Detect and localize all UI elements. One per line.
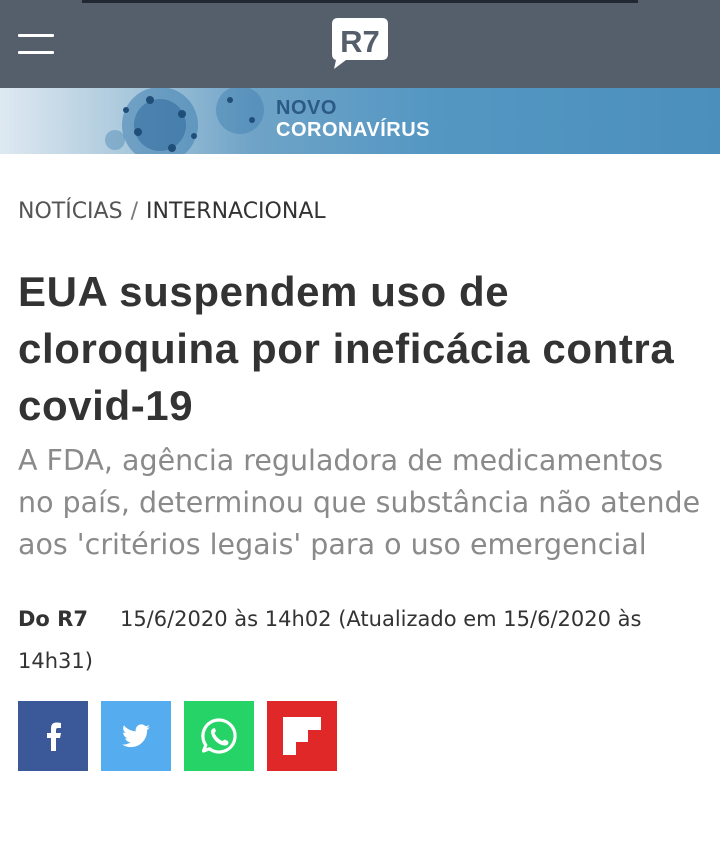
breadcrumb-section-link[interactable]: NOTÍCIAS bbox=[18, 199, 123, 224]
coronavirus-banner[interactable]: NOVO CORONAVÍRUS bbox=[0, 88, 720, 154]
site-header: R7 bbox=[0, 0, 720, 88]
hamburger-menu-icon[interactable] bbox=[18, 32, 54, 56]
article-author: Do R7 bbox=[18, 607, 88, 631]
breadcrumb-separator: / bbox=[130, 199, 138, 224]
r7-logo[interactable]: R7 bbox=[330, 16, 390, 70]
share-bar bbox=[18, 701, 702, 771]
breadcrumb: NOTÍCIAS / INTERNACIONAL bbox=[18, 198, 702, 226]
twitter-share-button[interactable] bbox=[101, 701, 171, 771]
article-subtitle: A FDA, agência reguladora de medicamento… bbox=[18, 444, 701, 561]
virus-illustration-icon bbox=[105, 88, 264, 154]
article-timestamp: 15/6/2020 às 14h02 (Atualizado em 15/6/2… bbox=[18, 607, 642, 673]
breadcrumb-subsection-link[interactable]: INTERNACIONAL bbox=[146, 199, 326, 224]
flipboard-share-button[interactable] bbox=[267, 701, 337, 771]
flipboard-icon bbox=[283, 717, 321, 755]
banner-title-line1: NOVO bbox=[276, 97, 337, 119]
article-headline: EUA suspendem uso de cloroquina por inef… bbox=[18, 268, 675, 429]
twitter-icon bbox=[122, 724, 150, 748]
article-meta: Do R7 15/6/2020 às 14h02 (Atualizado em 1… bbox=[18, 598, 702, 682]
logo-text: R7 bbox=[340, 24, 380, 59]
facebook-share-button[interactable] bbox=[18, 701, 88, 771]
whatsapp-icon bbox=[201, 718, 237, 754]
article-content: NOTÍCIAS / INTERNACIONAL EUA suspendem uso… bbox=[0, 198, 720, 771]
whatsapp-share-button[interactable] bbox=[184, 701, 254, 771]
header-top-line bbox=[82, 0, 638, 3]
facebook-icon bbox=[47, 722, 61, 751]
banner-title-line2: CORONAVÍRUS bbox=[276, 119, 431, 141]
